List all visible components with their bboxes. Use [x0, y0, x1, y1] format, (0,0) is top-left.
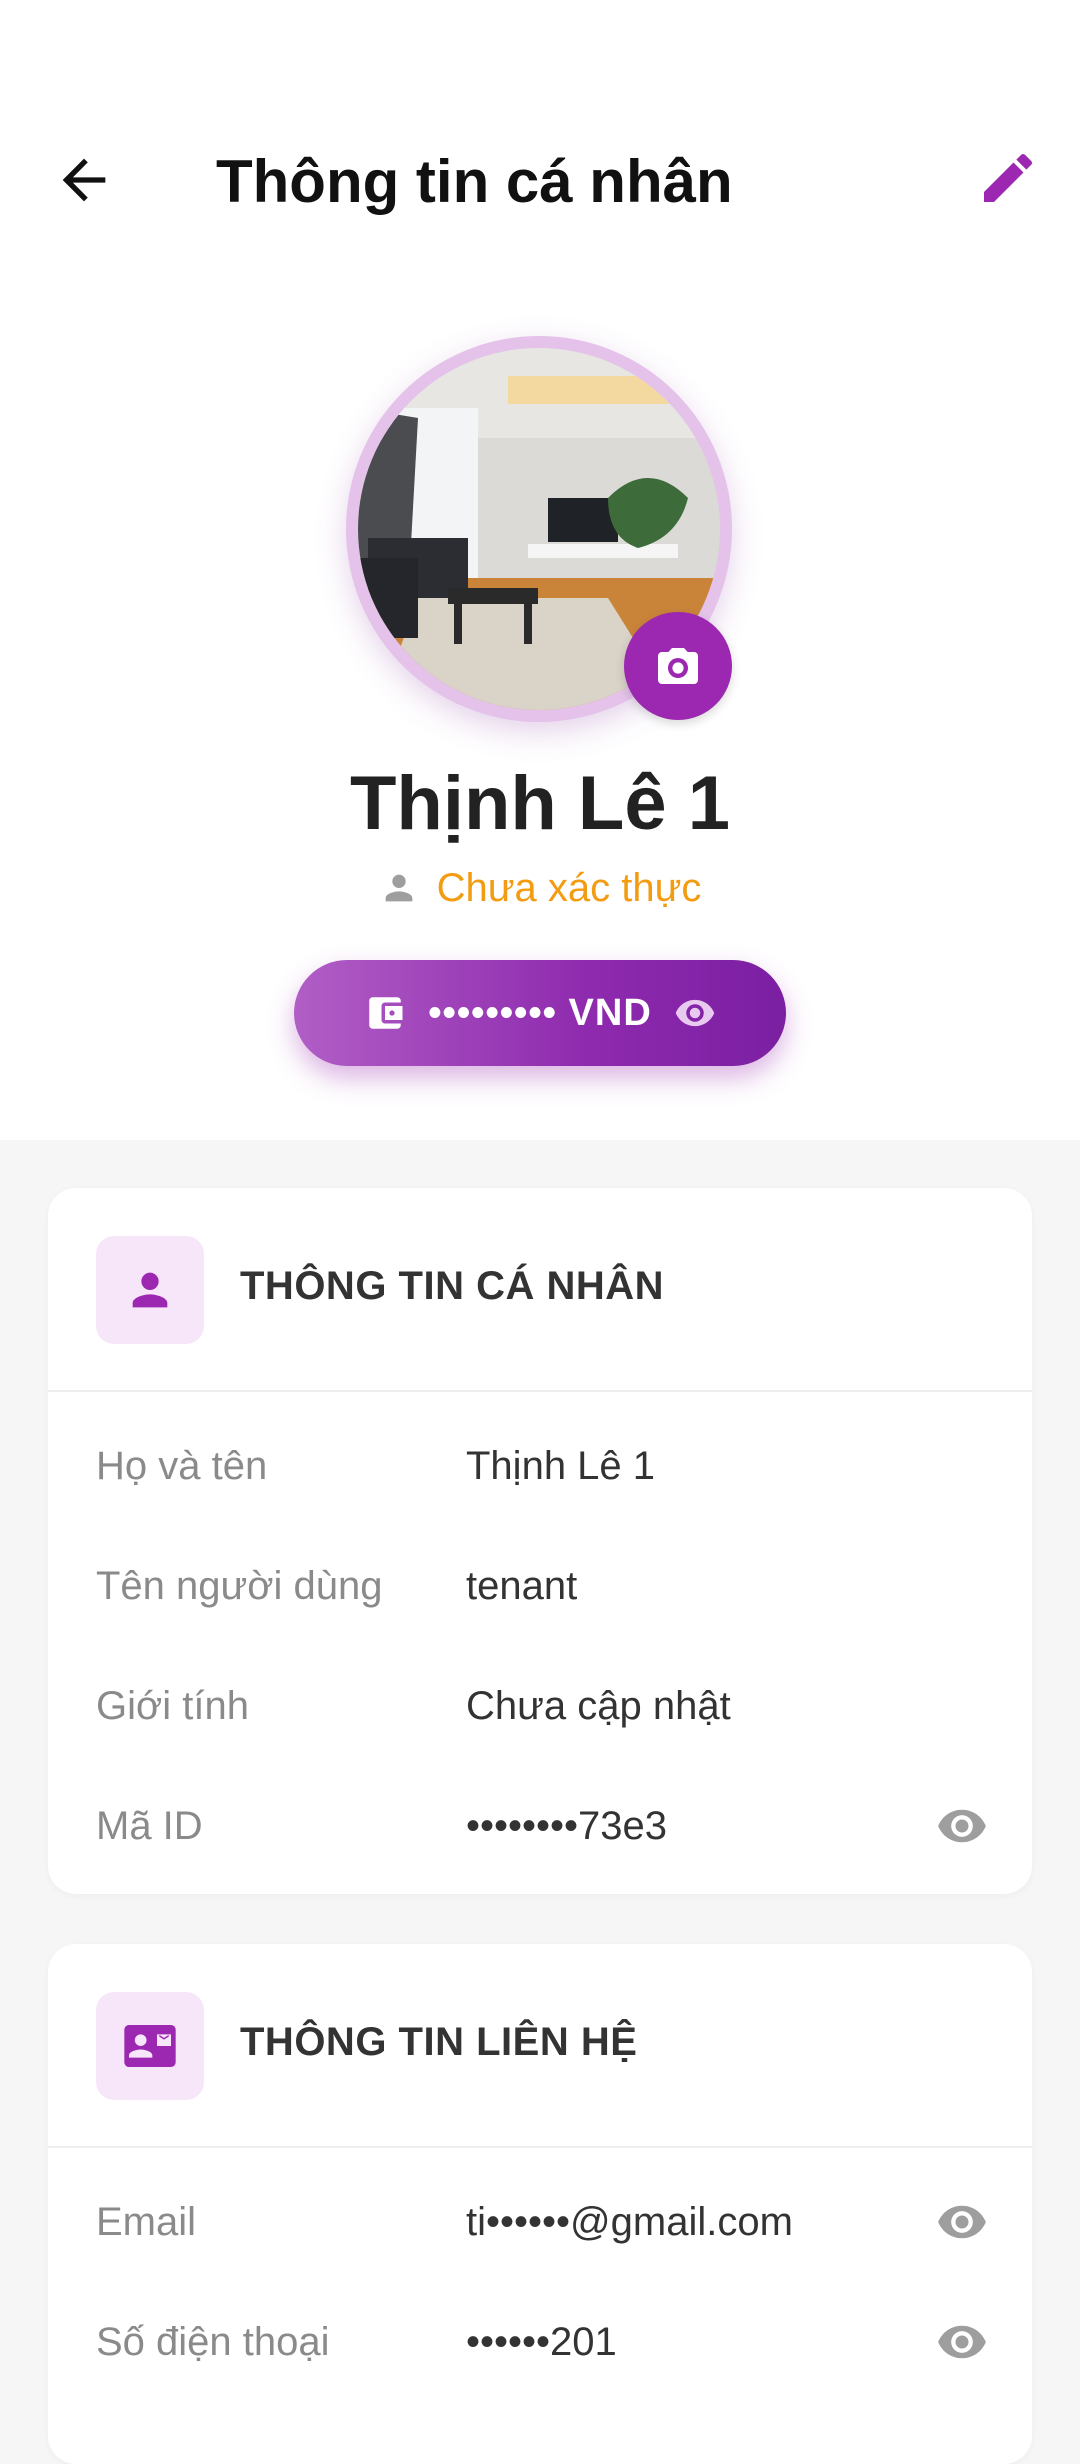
personal-info-rows: Họ và tên Thịnh Lê 1 Tên người dùng tena…	[48, 1392, 1032, 1888]
wallet-icon	[369, 997, 403, 1029]
contact-info-rows: Email ti••••••@gmail.com Số điện thoại •…	[48, 2148, 1032, 2404]
contact-card-icon	[124, 2025, 176, 2067]
row-value: Chưa cập nhật	[466, 1684, 731, 1728]
info-row-username: Tên người dùng tenant	[48, 1528, 1032, 1648]
person-icon	[132, 1272, 168, 1308]
edit-pencil-icon	[984, 153, 1033, 202]
row-label: Email	[96, 2200, 197, 2244]
info-row-email: Email ti••••••@gmail.com	[48, 2164, 1032, 2284]
balance-amount: ••••••••• VND	[428, 991, 652, 1034]
change-avatar-button[interactable]	[624, 612, 732, 720]
row-value: ••••••201	[466, 2320, 617, 2364]
row-value: ••••••••73e3	[466, 1804, 668, 1848]
card-title: THÔNG TIN CÁ NHÂN	[240, 1264, 665, 1308]
page-title: Thông tin cá nhân	[216, 148, 733, 215]
row-label: Mã ID	[96, 1804, 203, 1848]
contact-info-card: THÔNG TIN LIÊN HỆ Email ti••••••@gmail.c…	[48, 1944, 1032, 2464]
person-icon	[385, 874, 412, 902]
eye-icon	[675, 999, 715, 1027]
eye-icon[interactable]	[936, 1800, 988, 1852]
card-title: THÔNG TIN LIÊN HỆ	[240, 2020, 638, 2064]
info-row-phone: Số điện thoại ••••••201	[48, 2284, 1032, 2404]
app-bar: Thông tin cá nhân	[0, 120, 1080, 240]
card-header: THÔNG TIN CÁ NHÂN	[48, 1188, 1032, 1392]
row-label: Số điện thoại	[96, 2320, 330, 2364]
eye-icon[interactable]	[936, 2196, 988, 2248]
profile-header-area: Thông tin cá nhân Thịnh Lê 1 Chưa xác th…	[0, 0, 1080, 1140]
balance-toggle-button[interactable]: ••••••••• VND	[294, 960, 786, 1066]
verification-status: Chưa xác thực	[0, 862, 1080, 914]
row-label: Giới tính	[96, 1684, 249, 1728]
profile-name: Thịnh Lê 1	[350, 761, 730, 846]
eye-icon[interactable]	[936, 2316, 988, 2368]
row-value: Thịnh Lê 1	[466, 1444, 656, 1488]
info-row-gender: Giới tính Chưa cập nhật	[48, 1648, 1032, 1768]
row-value: ti••••••@gmail.com	[466, 2200, 793, 2244]
back-button[interactable]	[52, 148, 116, 212]
edit-button[interactable]	[976, 146, 1040, 210]
camera-icon	[658, 648, 698, 684]
verification-status-text: Chưa xác thực	[436, 865, 702, 910]
card-icon-badge	[96, 1992, 204, 2100]
back-arrow-icon	[62, 158, 106, 202]
info-row-full-name: Họ và tên Thịnh Lê 1	[48, 1408, 1032, 1528]
row-value: tenant	[466, 1564, 578, 1608]
row-label: Tên người dùng	[96, 1564, 383, 1608]
info-row-id: Mã ID ••••••••73e3	[48, 1768, 1032, 1888]
card-icon-badge	[96, 1236, 204, 1344]
card-header: THÔNG TIN LIÊN HỆ	[48, 1944, 1032, 2148]
personal-info-card: THÔNG TIN CÁ NHÂN Họ và tên Thịnh Lê 1 T…	[48, 1188, 1032, 1894]
row-label: Họ và tên	[96, 1444, 268, 1488]
